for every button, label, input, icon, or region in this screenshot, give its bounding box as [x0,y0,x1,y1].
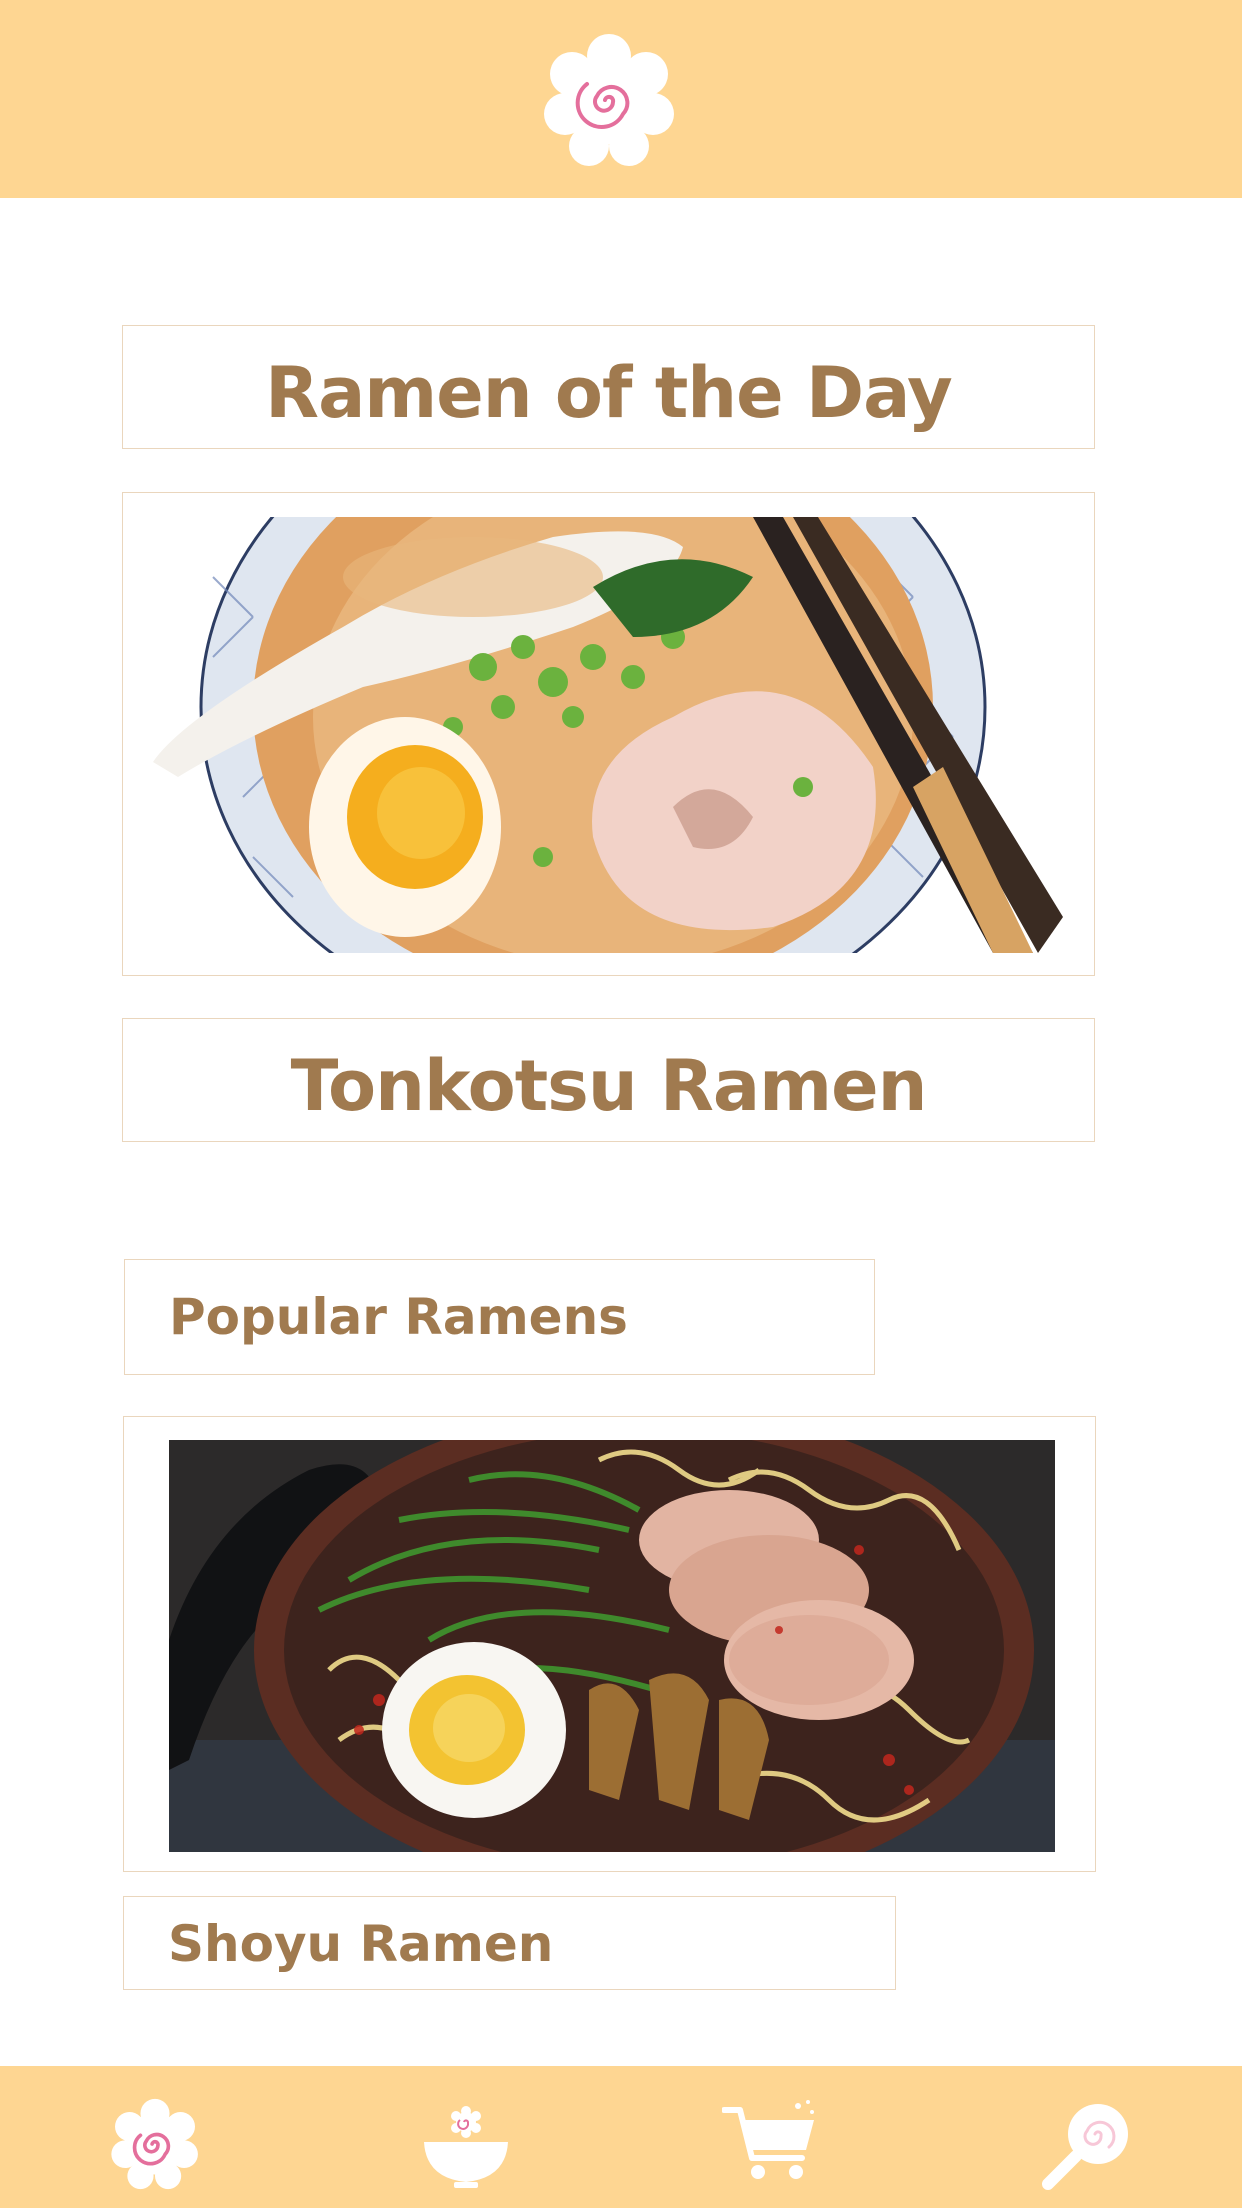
popular-ramens-heading: Popular Ramens [169,1288,628,1346]
tab-home[interactable] [107,2096,203,2192]
bottom-tab-bar [0,2066,1242,2208]
shopping-cart-icon [721,2100,814,2179]
featured-ramen-name: Tonkotsu Ramen [290,1045,928,1127]
shoyu-ramen-photo[interactable] [169,1440,1055,1852]
popular-ramen-name-box: Shoyu Ramen [123,1896,896,1990]
top-header-bar [0,0,1242,198]
popular-ramen-card[interactable] [123,1416,1096,1872]
featured-ramen-card[interactable] [122,492,1095,976]
tab-menu[interactable] [418,2096,514,2192]
popular-ramens-heading-box: Popular Ramens [124,1259,875,1375]
ramen-of-the-day-heading: Ramen of the Day [265,352,953,434]
featured-ramen-name-box: Tonkotsu Ramen [122,1018,1095,1142]
tab-cart[interactable] [721,2096,818,2192]
naruto-logo-icon[interactable] [543,34,675,166]
popular-ramen-name: Shoyu Ramen [168,1915,554,1973]
ramen-of-the-day-heading-box: Ramen of the Day [122,325,1095,449]
ramen-bowl-icon [424,2106,508,2188]
search-lollipop-icon [1042,2104,1128,2190]
tab-search[interactable] [1040,2096,1136,2192]
naruto-home-icon [111,2098,198,2190]
tonkotsu-ramen-photo[interactable] [153,517,1063,953]
